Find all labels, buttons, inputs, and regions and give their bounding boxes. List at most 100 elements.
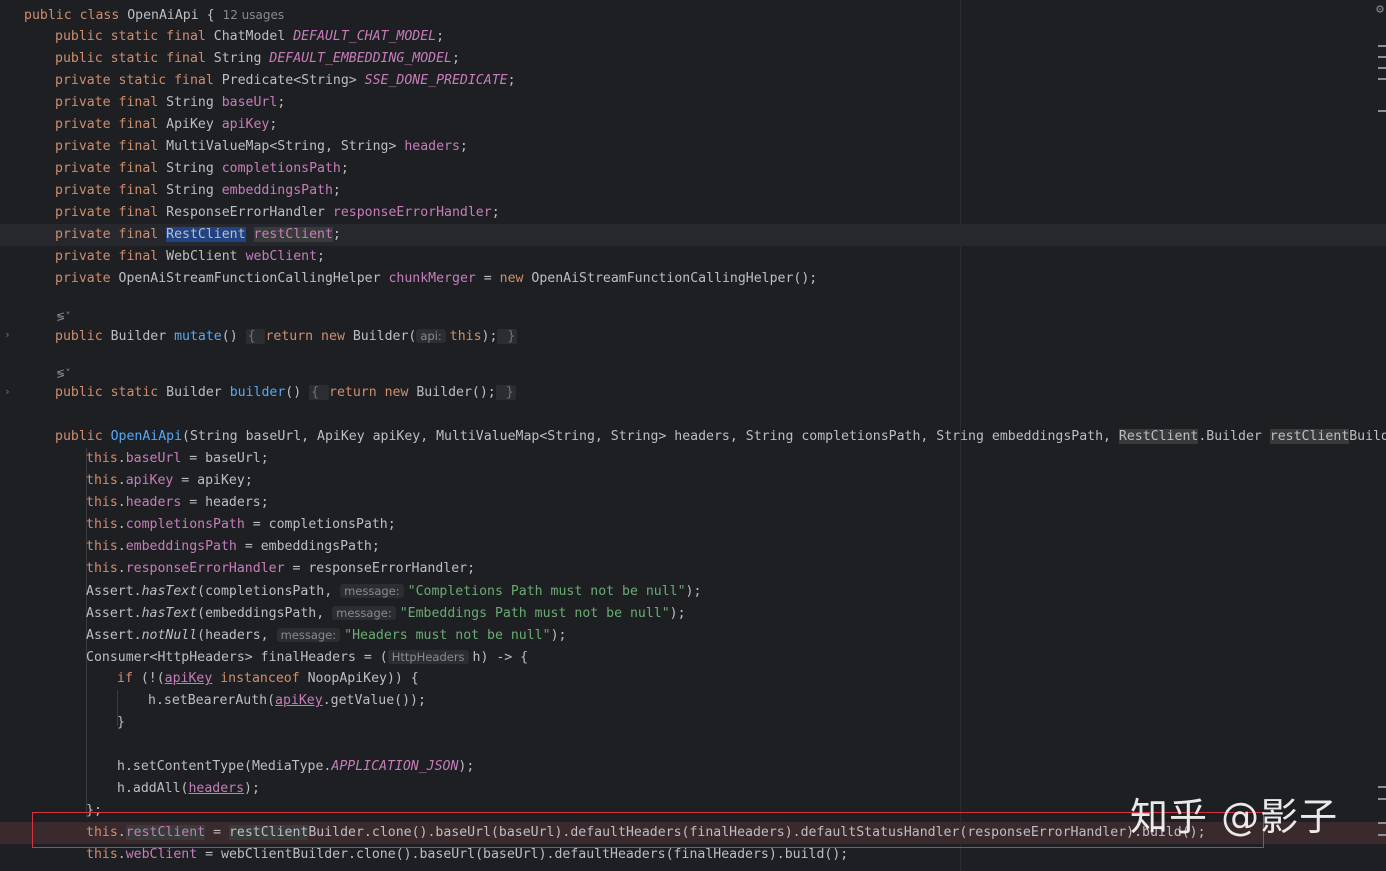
field: headers bbox=[125, 495, 182, 510]
punct: . bbox=[117, 847, 126, 862]
code-line-call[interactable]: h.setBearerAuth(apiKey.getValue()); bbox=[148, 690, 426, 712]
code-lens-icon[interactable]: ≶˅ bbox=[56, 310, 71, 323]
code-line-lambda[interactable]: Consumer<HttpHeaders> finalHeaders = (Ht… bbox=[86, 646, 528, 668]
code-lens-icon[interactable]: ≶˅ bbox=[56, 367, 71, 380]
expression: = responseErrorHandler; bbox=[284, 561, 476, 576]
punct: ); bbox=[458, 759, 475, 774]
field: baseUrl bbox=[221, 95, 278, 110]
keyword: this bbox=[86, 561, 118, 576]
parens: () bbox=[285, 385, 302, 400]
field: responseErrorHandler bbox=[332, 205, 492, 220]
punct: . bbox=[117, 539, 126, 554]
type: Builder bbox=[166, 385, 230, 400]
class-ref: Assert. bbox=[86, 628, 142, 643]
param-hint: api: bbox=[416, 329, 446, 343]
punct: ); bbox=[669, 606, 686, 621]
code-line-class-decl[interactable]: public class OpenAiApi {12 usages bbox=[24, 4, 284, 26]
keyword: public static bbox=[55, 385, 167, 400]
code-line-assign[interactable]: this.apiKey = apiKey; bbox=[86, 470, 253, 492]
code-line-call[interactable]: h.setContentType(MediaType.APPLICATION_J… bbox=[117, 756, 474, 778]
fold-chevron-icon[interactable]: › bbox=[4, 328, 11, 341]
punct: ; bbox=[269, 117, 278, 132]
code-line-assert[interactable]: Assert.notNull(headers, message: "Headers… bbox=[86, 624, 566, 646]
code-line-field[interactable]: private final MultiValueMap<String, Stri… bbox=[55, 136, 468, 158]
settings-icon[interactable]: ⚙ bbox=[1376, 2, 1384, 17]
punct: ; bbox=[507, 73, 516, 88]
code-line-field[interactable]: private static final Predicate<String> S… bbox=[55, 70, 516, 92]
code-line-field[interactable]: private final String baseUrl; bbox=[55, 92, 285, 114]
folded-brace[interactable]: { bbox=[245, 329, 266, 344]
keyword: public class bbox=[24, 8, 128, 23]
class-ref: Assert. bbox=[86, 584, 142, 599]
usages-hint[interactable]: 12 usages bbox=[223, 8, 285, 22]
punct: ); bbox=[550, 628, 567, 643]
static-field: DEFAULT_CHAT_MODEL bbox=[293, 29, 437, 44]
code-line-assert[interactable]: Assert.hasText(completionsPath, message:… bbox=[86, 580, 701, 602]
call: .getValue()); bbox=[322, 693, 426, 708]
folded-brace[interactable]: } bbox=[495, 385, 516, 400]
code-line-assign[interactable]: this.completionsPath = completionsPath; bbox=[86, 514, 396, 536]
code-line-field[interactable]: public static final String DEFAULT_EMBED… bbox=[55, 48, 460, 70]
editor-gutter bbox=[0, 0, 22, 871]
type-ref: RestClient bbox=[1118, 429, 1199, 444]
string-literal: "Headers must not be null" bbox=[344, 628, 551, 643]
scrollbar-marker bbox=[1378, 786, 1386, 788]
code-line-assert[interactable]: Assert.hasText(embeddingsPath, message: "… bbox=[86, 602, 686, 624]
keyword: private final bbox=[55, 117, 167, 132]
type: Builder bbox=[110, 329, 175, 344]
scrollbar-marker bbox=[1378, 822, 1386, 824]
code-line-brace[interactable]: } bbox=[117, 712, 125, 734]
code-line-field[interactable]: private final WebClient webClient; bbox=[55, 246, 325, 268]
scrollbar-marker bbox=[1378, 67, 1386, 69]
code-line-method-builder[interactable]: public static Builder builder() { return… bbox=[55, 382, 516, 404]
code-line-constructor[interactable]: public OpenAiApi(String baseUrl, ApiKey … bbox=[55, 426, 1386, 448]
keyword: public bbox=[55, 329, 111, 344]
string-literal: "Completions Path must not be null" bbox=[407, 584, 686, 599]
folded-brace[interactable]: } bbox=[497, 329, 518, 344]
code-line-assign[interactable]: this.embeddingsPath = embeddingsPath; bbox=[86, 536, 380, 558]
call: h.addAll( bbox=[117, 781, 189, 796]
field: restClient bbox=[253, 227, 333, 242]
code-line-field[interactable]: public static final ChatModel DEFAULT_CH… bbox=[55, 26, 444, 48]
punct: . bbox=[117, 451, 126, 466]
punct: . bbox=[117, 517, 126, 532]
code-line-call[interactable]: h.addAll(headers); bbox=[117, 778, 260, 800]
static-method: hasText bbox=[141, 584, 198, 599]
keyword: this bbox=[86, 451, 118, 466]
code-line-field[interactable]: private final String completionsPath; bbox=[55, 158, 349, 180]
static-field: APPLICATION_JSON bbox=[331, 759, 459, 774]
scrollbar-marker bbox=[1378, 78, 1386, 80]
code-line-field[interactable]: private final ApiKey apiKey; bbox=[55, 114, 277, 136]
field: baseUrl bbox=[125, 451, 182, 466]
expression: Consumer<HttpHeaders> finalHeaders = ( bbox=[86, 650, 388, 665]
code-line-assign[interactable]: this.responseErrorHandler = responseErro… bbox=[86, 558, 475, 580]
type: String bbox=[166, 183, 222, 198]
keyword: public static final bbox=[55, 29, 214, 44]
type: String bbox=[166, 161, 222, 176]
code-line-field[interactable]: private OpenAiStreamFunctionCallingHelpe… bbox=[55, 268, 817, 290]
code-line-field-selected[interactable]: private final RestClient restClient; bbox=[55, 224, 341, 246]
field: webClient bbox=[245, 249, 318, 264]
operator: = bbox=[475, 271, 500, 286]
type: OpenAiStreamFunctionCallingHelper bbox=[118, 271, 389, 286]
selected-type[interactable]: RestClient bbox=[166, 227, 246, 242]
keyword: private final bbox=[55, 227, 167, 242]
code-line-assign[interactable]: this.baseUrl = baseUrl; bbox=[86, 448, 269, 470]
code-line-field[interactable]: private final ResponseErrorHandler respo… bbox=[55, 202, 500, 224]
punct: ; bbox=[491, 205, 500, 220]
field: webClient bbox=[125, 847, 198, 862]
punct: . bbox=[117, 473, 126, 488]
code-line-method-mutate[interactable]: public Builder mutate() { return new Bui… bbox=[55, 325, 518, 347]
code-line-assign[interactable]: this.headers = headers; bbox=[86, 492, 269, 514]
field: completionsPath bbox=[221, 161, 341, 176]
fold-chevron-icon[interactable]: › bbox=[4, 385, 11, 398]
folded-brace[interactable]: { bbox=[309, 385, 329, 400]
method-name: OpenAiApi bbox=[110, 429, 183, 444]
keyword: this bbox=[86, 473, 118, 488]
code-line-if[interactable]: if (!(apiKey instanceof NoopApiKey)) { bbox=[117, 668, 419, 690]
scrollbar-marker bbox=[1378, 56, 1386, 58]
params: Builder, bbox=[1349, 429, 1386, 444]
code-line-field[interactable]: private final String embeddingsPath; bbox=[55, 180, 341, 202]
punct: ; bbox=[277, 95, 286, 110]
type: String bbox=[166, 95, 222, 110]
